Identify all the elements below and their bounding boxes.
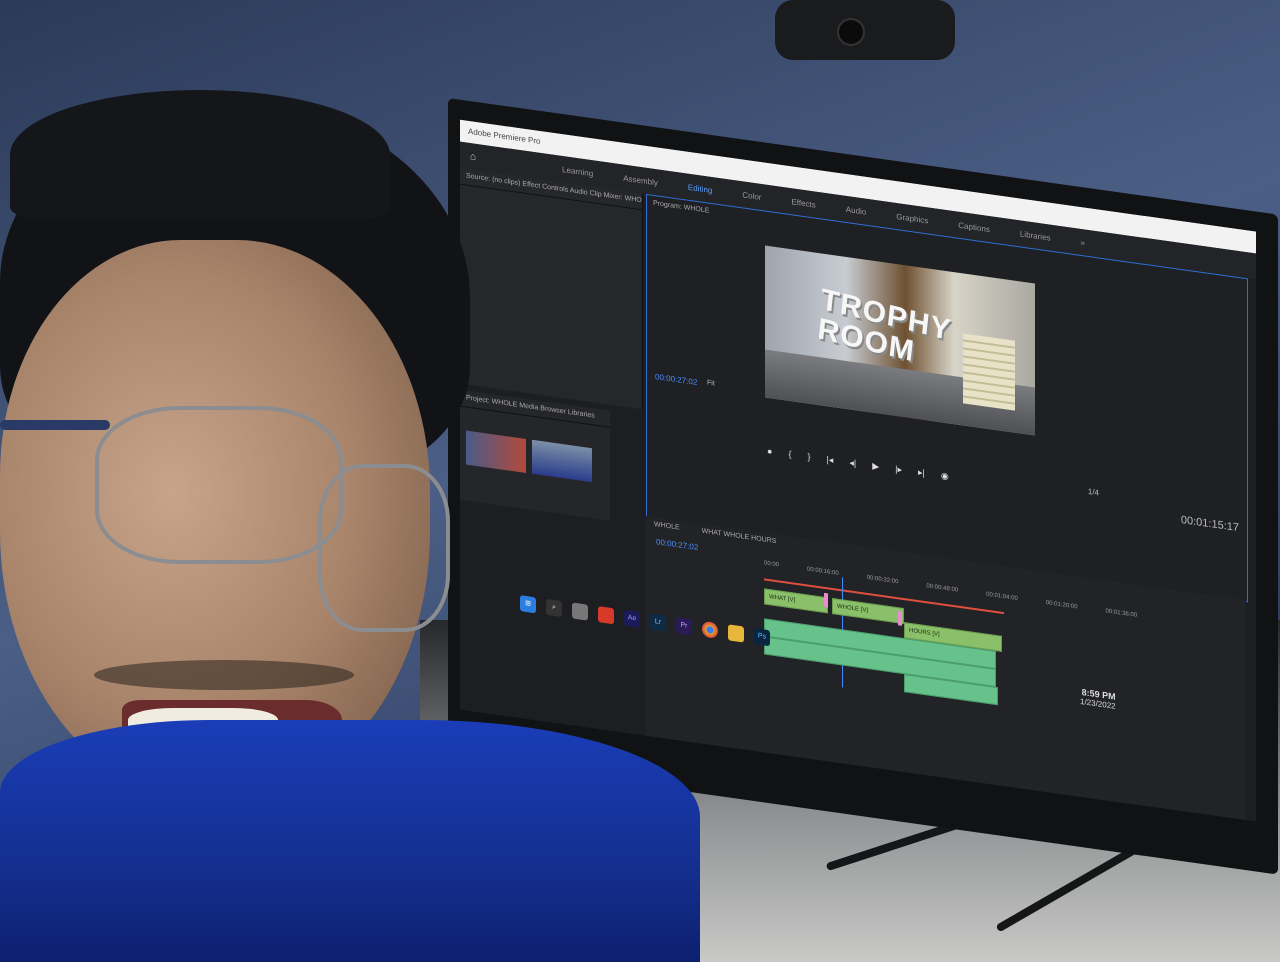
glasses-left-lens: [95, 406, 343, 564]
premiere-screen: Adobe Premiere Pro ⌂ Learning Assembly E…: [460, 119, 1256, 822]
source-panel: Source: (no clips) Effect Controls Audio…: [460, 167, 643, 410]
ruler-tick: 00:00: [764, 560, 780, 569]
chrome-icon[interactable]: [702, 620, 718, 639]
menu-captions[interactable]: Captions: [958, 220, 990, 233]
blue-shirt: [0, 720, 700, 962]
export-frame-icon[interactable]: ◉: [941, 470, 949, 482]
after-effects-icon[interactable]: Ae: [624, 609, 640, 628]
webcam-lens: [837, 18, 865, 46]
timeline-timecode[interactable]: 00:00:27:02: [656, 537, 698, 552]
menu-libraries[interactable]: Libraries: [1020, 229, 1051, 242]
ruler-tick: 00:00:16:00: [807, 566, 839, 577]
step-forward-icon[interactable]: |▸: [895, 464, 902, 476]
ruler-tick: 00:01:20:00: [1045, 600, 1078, 611]
go-to-in-icon[interactable]: |◂: [826, 454, 833, 466]
photoshop-icon[interactable]: Ps: [754, 628, 770, 647]
play-icon[interactable]: ▶: [872, 461, 879, 473]
video-stairs: [963, 333, 1015, 411]
mark-out-icon[interactable]: }: [807, 452, 810, 463]
folder-icon[interactable]: [728, 624, 744, 643]
premiere-icon[interactable]: Pr: [676, 617, 692, 636]
lightroom-icon[interactable]: Lr: [650, 613, 666, 632]
baseball-cap: [10, 90, 390, 220]
menu-learning[interactable]: Learning: [562, 165, 593, 178]
menu-color[interactable]: Color: [742, 190, 761, 202]
mustache: [94, 660, 354, 690]
marker-icon[interactable]: ●: [767, 446, 772, 458]
more-icon[interactable]: »: [1081, 237, 1085, 247]
project-panel: Project: WHOLE Media Browser Libraries: [460, 389, 610, 521]
glasses-right-lens: [318, 464, 450, 632]
menu-effects[interactable]: Effects: [791, 197, 815, 209]
panel-area: Source: (no clips) Effect Controls Audio…: [460, 167, 1256, 822]
timeline-marker[interactable]: [824, 592, 828, 608]
menu-graphics[interactable]: Graphics: [896, 211, 928, 224]
ruler-tick: 00:00:48:00: [926, 583, 959, 594]
menu-assembly[interactable]: Assembly: [623, 173, 658, 187]
fit-select[interactable]: Fit: [707, 379, 715, 387]
ruler-tick: 00:01:04:00: [986, 591, 1018, 603]
ruler-tick: 00:01:36:00: [1105, 608, 1138, 619]
menu-editing[interactable]: Editing: [688, 182, 712, 194]
webcam: [775, 0, 955, 60]
file-explorer-icon[interactable]: [572, 602, 588, 621]
program-timecode[interactable]: 00:00:27:02: [655, 372, 697, 387]
search-icon[interactable]: ⌕: [546, 598, 562, 618]
video-clip[interactable]: WHAT [V]: [764, 588, 828, 614]
menu-audio[interactable]: Audio: [846, 204, 866, 216]
resolution-select[interactable]: 1/4: [1088, 487, 1099, 498]
duration-timecode: 00:01:15:17: [1180, 513, 1239, 535]
step-back-icon[interactable]: ◂|: [849, 457, 856, 469]
windows-start-icon[interactable]: ⊞: [520, 595, 536, 614]
transport-controls: ● { } |◂ ◂| ▶ |▸ ▸| ◉: [767, 446, 949, 483]
ruler-tick: 00:00:32:00: [866, 574, 899, 586]
creative-cloud-icon[interactable]: [598, 606, 614, 625]
timeline-marker[interactable]: [898, 611, 902, 626]
project-thumbnail[interactable]: [532, 439, 592, 483]
video-preview: TROPHY ROOM: [765, 245, 1035, 436]
timeline-tab-whole[interactable]: WHOLE: [654, 521, 680, 532]
go-to-out-icon[interactable]: ▸|: [918, 467, 925, 479]
glasses-temple: [0, 420, 110, 430]
mark-in-icon[interactable]: {: [788, 449, 791, 460]
